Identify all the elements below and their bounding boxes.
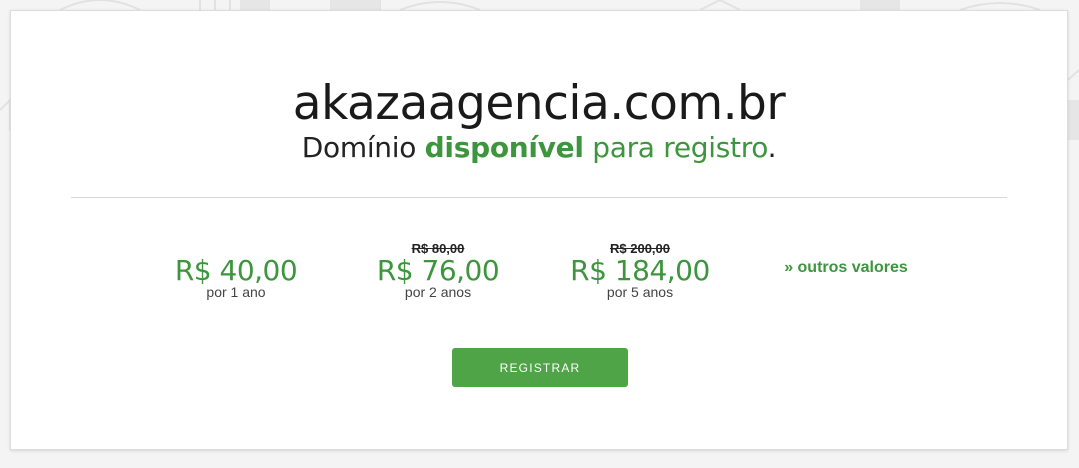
status-keyword: disponível [424,131,584,164]
price: R$ 76,00 [376,254,500,287]
status-prefix: Domínio [301,131,417,164]
price: R$ 184,00 [570,254,710,287]
availability-status: Domínio disponível para registro. [11,131,1067,165]
price-option-5-years[interactable]: R$ 200,00 R$ 184,00 por 5 anos [540,241,740,300]
status-end: . [767,131,777,164]
period: por 2 anos [404,284,472,300]
price-option-2-years[interactable]: R$ 80,00 R$ 76,00 por 2 anos [338,241,538,300]
register-button[interactable]: REGISTRAR [452,348,628,387]
other-values-link[interactable]: » outros valores [771,259,921,277]
status-suffix: para registro [592,131,768,164]
divider [71,197,1007,198]
domain-name-heading: akazaagencia.com.br [292,76,786,131]
domain-result-card: akazaagencia.com.br Domínio disponível p… [10,10,1068,450]
period: por 1 ano [206,284,266,300]
price-option-1-year[interactable]: R$ 40,00 por 1 ano [136,241,336,301]
price: R$ 40,00 [174,254,298,287]
